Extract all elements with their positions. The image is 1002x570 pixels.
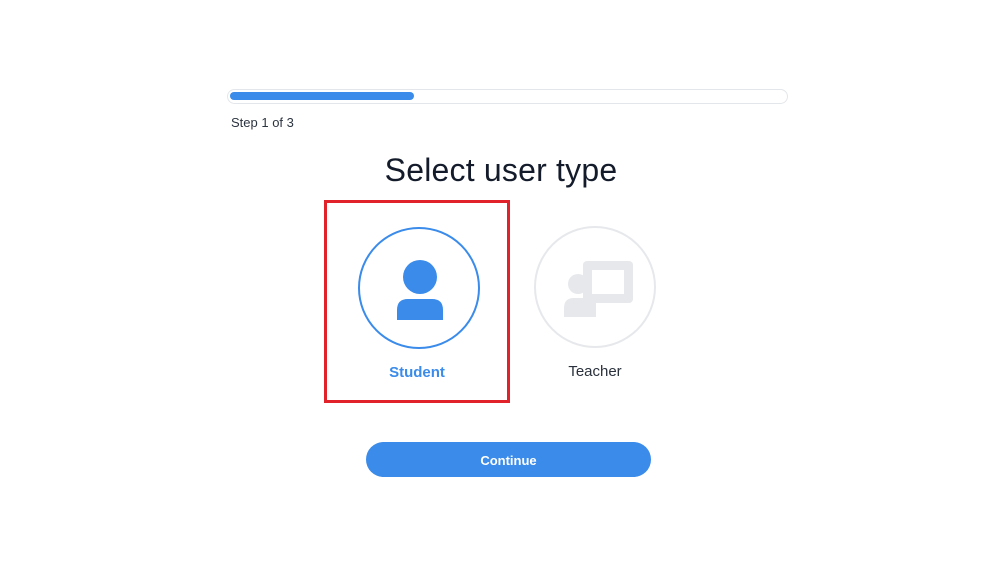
progress-bar-fill bbox=[230, 92, 414, 100]
teacher-option-label: Teacher bbox=[568, 363, 622, 380]
progress-bar bbox=[227, 89, 788, 104]
user-type-option-student[interactable]: Student bbox=[324, 200, 510, 403]
step-indicator: Step 1 of 3 bbox=[231, 115, 294, 130]
onboarding-page: Step 1 of 3 Select user type Student Tea… bbox=[0, 0, 1002, 570]
user-type-option-teacher[interactable]: Teacher bbox=[502, 200, 688, 403]
teacher-option-circle[interactable] bbox=[534, 226, 656, 348]
student-option-circle[interactable] bbox=[358, 227, 480, 349]
continue-button[interactable]: Continue bbox=[366, 442, 651, 477]
teacher-presentation-icon bbox=[564, 261, 633, 317]
page-title: Select user type bbox=[384, 152, 618, 188]
student-option-label: Student bbox=[389, 364, 445, 381]
person-icon bbox=[397, 260, 443, 320]
